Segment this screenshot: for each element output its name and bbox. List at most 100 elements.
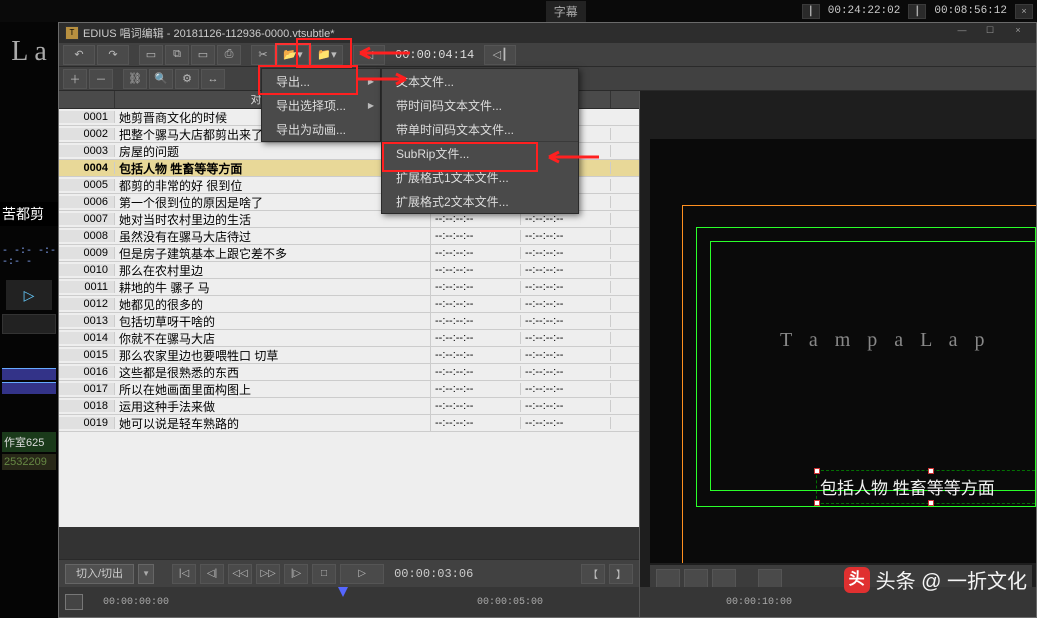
row-tc-out[interactable]: --:--:--:-- — [521, 366, 611, 378]
table-row[interactable]: 0016这些都是很熟悉的东西--:--:--:----:--:--:-- — [59, 364, 639, 381]
table-row[interactable]: 0018运用这种手法来做--:--:--:----:--:--:-- — [59, 398, 639, 415]
row-tc-out[interactable]: --:--:--:-- — [521, 349, 611, 361]
preview-canvas[interactable]: T a m p a L a p 包括人物 牲畜等等方面 — [650, 139, 1036, 563]
marker-a-icon[interactable]: ┃ — [802, 4, 820, 19]
row-tc-in[interactable]: --:--:--:-- — [431, 298, 521, 310]
redo-button[interactable]: ↷ — [97, 45, 129, 65]
next-frame-button[interactable]: |▷ — [284, 564, 308, 584]
mark-in-button[interactable]: 【 — [581, 564, 605, 584]
row-tc-in[interactable]: --:--:--:-- — [431, 400, 521, 412]
row-text[interactable]: 那么在农村里边 — [115, 262, 431, 279]
step-fwd-button[interactable]: ▷▷ — [256, 564, 280, 584]
cut-mode-dropdown[interactable]: ▼ — [138, 564, 154, 584]
tool-button-2[interactable]: ◁┃ — [484, 45, 516, 65]
left-tool-button[interactable] — [2, 314, 56, 334]
stop-button[interactable]: □ — [312, 564, 336, 584]
table-row[interactable]: 0013包括切草呀干啥的--:--:--:----:--:--:-- — [59, 313, 639, 330]
row-tc-in[interactable]: --:--:--:-- — [431, 247, 521, 259]
new-button[interactable]: ▭ — [139, 45, 163, 65]
row-tc-in[interactable]: --:--:--:-- — [431, 230, 521, 242]
row-tc-out[interactable]: --:--:--:-- — [521, 298, 611, 310]
link-button[interactable]: ⛓ — [123, 69, 147, 89]
table-row[interactable]: 0009但是房子建筑基本上跟它差不多--:--:--:----:--:--:-- — [59, 245, 639, 262]
remove-button[interactable]: － — [89, 69, 113, 89]
cut-button[interactable]: ✂ — [251, 45, 275, 65]
mark-out-button[interactable]: 】 — [609, 564, 633, 584]
row-tc-in[interactable]: --:--:--:-- — [431, 366, 521, 378]
maximize-button[interactable]: ☐ — [978, 25, 1002, 41]
submenu-item[interactable]: 扩展格式2文本文件... — [382, 189, 578, 213]
row-tc-in[interactable]: --:--:--:-- — [431, 332, 521, 344]
copy-button[interactable]: ⧉ — [165, 45, 189, 65]
play-transport-button[interactable]: ▷ — [340, 564, 384, 584]
row-tc-out[interactable]: --:--:--:-- — [521, 247, 611, 259]
row-tc-in[interactable]: --:--:--:-- — [431, 264, 521, 276]
row-text[interactable]: 她都见的很多的 — [115, 296, 431, 313]
snap-button[interactable] — [712, 569, 736, 589]
row-text[interactable]: 耕地的牛 骡子 马 — [115, 279, 431, 296]
table-row[interactable]: 0012她都见的很多的--:--:--:----:--:--:-- — [59, 296, 639, 313]
row-tc-out[interactable]: --:--:--:-- — [521, 230, 611, 242]
row-tc-in[interactable]: --:--:--:-- — [431, 417, 521, 429]
row-text[interactable]: 虽然没有在骡马大店待过 — [115, 228, 431, 245]
close-icon[interactable]: × — [1015, 4, 1033, 19]
layout-button[interactable] — [758, 569, 782, 589]
row-tc-in[interactable]: --:--:--:-- — [431, 349, 521, 361]
undo-button[interactable]: ↶ — [63, 45, 95, 65]
close-button[interactable]: × — [1006, 25, 1030, 41]
table-row[interactable]: 0014你就不在骡马大店--:--:--:----:--:--:-- — [59, 330, 639, 347]
selection-handles[interactable] — [816, 470, 1036, 504]
menu-item[interactable]: 导出选择项... — [262, 93, 380, 117]
row-tc-in[interactable]: --:--:--:-- — [431, 383, 521, 395]
row-tc-in[interactable]: --:--:--:-- — [431, 281, 521, 293]
tool-button-3[interactable]: ↔ — [201, 69, 225, 89]
safe-area-button[interactable] — [684, 569, 708, 589]
row-text[interactable]: 那么农家里边也要喂牲口 切草 — [115, 347, 431, 364]
table-row[interactable]: 0015那么农家里边也要喂牲口 切草--:--:--:----:--:--:-- — [59, 347, 639, 364]
playhead-marker[interactable] — [338, 587, 348, 597]
row-tc-out[interactable]: --:--:--:-- — [521, 315, 611, 327]
table-row[interactable]: 0011耕地的牛 骡子 马--:--:--:----:--:--:-- — [59, 279, 639, 296]
grid-button[interactable] — [656, 569, 680, 589]
export-submenu[interactable]: 文本文件...带时间码文本文件...带单时间码文本文件...SubRip文件..… — [381, 68, 579, 214]
row-text[interactable]: 她可以说是轻车熟路的 — [115, 415, 431, 432]
row-tc-out[interactable]: --:--:--:-- — [521, 400, 611, 412]
row-text[interactable]: 但是房子建筑基本上跟它差不多 — [115, 245, 431, 262]
goto-start-button[interactable]: |◁ — [172, 564, 196, 584]
row-tc-out[interactable]: --:--:--:-- — [521, 213, 611, 225]
row-tc-out[interactable]: --:--:--:-- — [521, 281, 611, 293]
row-tc-in[interactable]: --:--:--:-- — [431, 213, 521, 225]
row-text[interactable]: 这些都是很熟悉的东西 — [115, 364, 431, 381]
cut-mode-label[interactable]: 切入/切出 — [65, 564, 134, 584]
save-button[interactable]: ⎙ — [217, 45, 241, 65]
step-back-button[interactable]: ◁◁ — [228, 564, 252, 584]
row-text[interactable]: 所以在她画面里面构图上 — [115, 381, 431, 398]
menu-item[interactable]: 导出为动画... — [262, 117, 380, 141]
row-text[interactable]: 你就不在骡马大店 — [115, 330, 431, 347]
window-titlebar[interactable]: T EDIUS 唱词编辑 - 20181126-112936-0000.vtsu… — [59, 23, 1036, 43]
paste-button[interactable]: ▭ — [191, 45, 215, 65]
marker-b-icon[interactable]: ┃ — [908, 4, 926, 19]
row-tc-out[interactable]: --:--:--:-- — [521, 332, 611, 344]
row-tc-in[interactable]: --:--:--:-- — [431, 315, 521, 327]
row-tc-out[interactable]: --:--:--:-- — [521, 417, 611, 429]
submenu-item[interactable]: 带时间码文本文件... — [382, 93, 578, 117]
table-row[interactable]: 0019她可以说是轻车熟路的--:--:--:----:--:--:-- — [59, 415, 639, 432]
row-text[interactable]: 包括切草呀干啥的 — [115, 313, 431, 330]
search-button[interactable]: 🔍 — [149, 69, 173, 89]
submenu-item[interactable]: 带单时间码文本文件... — [382, 117, 578, 141]
timeline-toggle[interactable] — [65, 594, 83, 610]
subtitle-text-object[interactable]: 包括人物 牲畜等等方面 — [820, 474, 1036, 500]
timeline-ruler[interactable]: 00:00:00:00 00:00:05:00 — [59, 587, 639, 617]
table-row[interactable]: 0010那么在农村里边--:--:--:----:--:--:-- — [59, 262, 639, 279]
add-button[interactable]: ＋ — [63, 69, 87, 89]
table-row[interactable]: 0008虽然没有在骡马大店待过--:--:--:----:--:--:-- — [59, 228, 639, 245]
row-tc-out[interactable]: --:--:--:-- — [521, 383, 611, 395]
table-row[interactable]: 0017所以在她画面里面构图上--:--:--:----:--:--:-- — [59, 381, 639, 398]
settings-button[interactable]: ⚙ — [175, 69, 199, 89]
row-tc-out[interactable]: --:--:--:-- — [521, 264, 611, 276]
row-text[interactable]: 运用这种手法来做 — [115, 398, 431, 415]
minimize-button[interactable]: — — [950, 25, 974, 41]
prev-frame-button[interactable]: ◁| — [200, 564, 224, 584]
play-button[interactable]: ▷ — [6, 280, 52, 310]
